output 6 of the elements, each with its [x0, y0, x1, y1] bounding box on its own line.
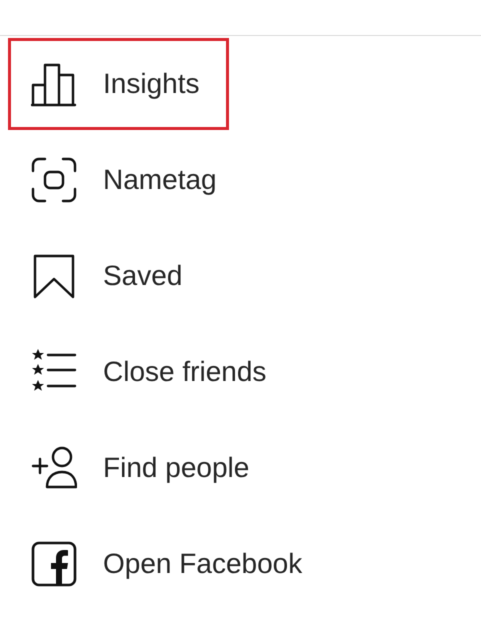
- facebook-logo-icon: [31, 541, 77, 587]
- scan-frame-icon: [31, 157, 77, 203]
- bar-chart-icon: [31, 61, 77, 107]
- menu-item[interactable]: Insights: [8, 38, 228, 130]
- bookmark-icon: [31, 253, 77, 299]
- add-person-icon: [31, 445, 77, 491]
